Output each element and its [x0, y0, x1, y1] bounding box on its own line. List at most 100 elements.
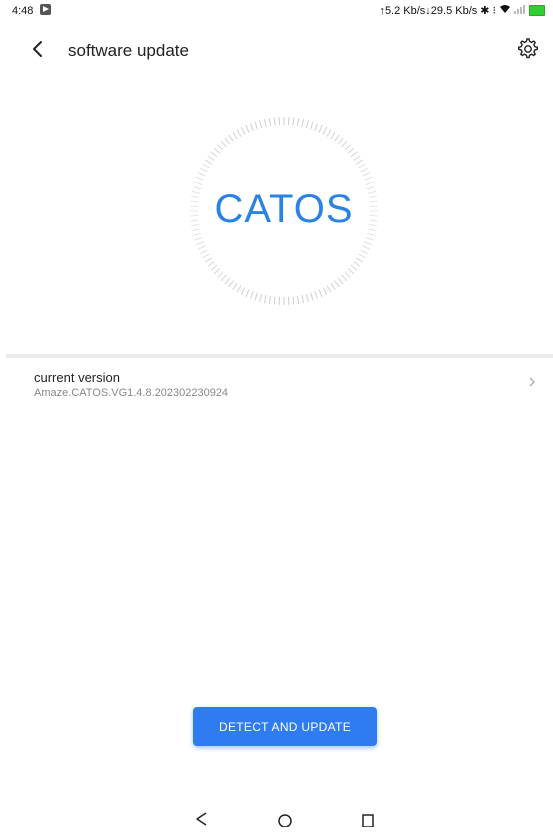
ring-tick	[200, 250, 207, 254]
ring-tick	[221, 275, 226, 281]
ring-tick	[364, 177, 371, 180]
ring-tick	[351, 265, 357, 270]
ring-tick	[208, 262, 214, 267]
ring-tick	[250, 291, 253, 298]
nav-recents-button[interactable]	[358, 811, 378, 827]
signal-icon	[514, 4, 526, 17]
ring-tick	[363, 173, 370, 176]
ring-tick	[274, 297, 275, 305]
ring-tick	[338, 138, 343, 144]
ring-tick	[198, 246, 205, 249]
current-version-label: current version	[34, 370, 120, 385]
ring-tick	[255, 122, 257, 130]
settings-button[interactable]	[515, 36, 541, 62]
ring-tick	[302, 119, 304, 127]
ring-tick	[297, 118, 298, 126]
ring-tick	[331, 132, 335, 139]
ring-tick	[205, 258, 212, 262]
ring-tick	[241, 288, 245, 295]
ring-tick	[225, 278, 230, 284]
nav-home-button[interactable]	[275, 811, 295, 827]
status-bar: 4:48 ↑5.2 Kb/s↓29.5 Kb/s ✱ ⁝	[0, 0, 553, 22]
current-version-row[interactable]: current version Amaze.CATOS.VG1.4.8.2023…	[0, 362, 553, 402]
ring-tick	[293, 118, 294, 126]
ring-tick	[264, 119, 266, 127]
ring-tick	[311, 122, 313, 130]
ring-tick	[366, 182, 374, 184]
status-right-group: ↑5.2 Kb/s↓29.5 Kb/s ✱ ⁝	[379, 4, 545, 17]
wifi-icon	[499, 4, 511, 17]
ring-tick	[264, 295, 266, 303]
nav-home-icon	[275, 811, 295, 827]
ring-tick	[203, 164, 210, 168]
ring-tick	[363, 246, 370, 249]
ring-tick	[361, 250, 368, 254]
ring-tick	[335, 281, 340, 287]
ring-tick	[229, 135, 234, 141]
nav-back-button[interactable]	[192, 811, 212, 827]
ring-tick	[221, 141, 226, 147]
ring-tick	[327, 130, 331, 137]
ring-tick	[293, 297, 294, 305]
back-arrow-icon	[26, 36, 52, 62]
ring-tick	[203, 254, 210, 258]
ring-tick	[358, 254, 365, 258]
logo-text: CATOS	[188, 187, 380, 232]
ring-tick	[361, 168, 368, 172]
ring-tick	[237, 285, 241, 292]
ring-tick	[195, 182, 203, 184]
ring-tick	[342, 275, 347, 281]
back-button[interactable]	[26, 36, 52, 62]
ring-tick	[331, 283, 335, 290]
ring-tick	[319, 125, 322, 132]
ring-tick	[233, 132, 237, 139]
ring-tick	[196, 177, 203, 180]
ring-tick	[211, 152, 217, 157]
ring-tick	[198, 173, 205, 176]
ring-tick	[250, 123, 253, 130]
network-speed: ↑5.2 Kb/s↓29.5 Kb/s	[379, 5, 477, 17]
ring-tick	[297, 296, 298, 304]
ring-tick	[302, 295, 304, 303]
ring-tick	[338, 278, 343, 284]
ring-tick	[335, 135, 340, 141]
ring-tick	[225, 138, 230, 144]
media-playing-icon	[40, 4, 51, 15]
ring-tick	[255, 293, 257, 301]
nav-recents-icon	[358, 811, 378, 827]
ring-tick	[358, 164, 365, 168]
ring-tick	[356, 160, 363, 164]
ring-tick	[348, 269, 354, 274]
ring-tick	[274, 118, 275, 126]
battery-icon	[529, 5, 545, 16]
ring-tick	[246, 125, 249, 132]
ring-tick	[345, 272, 351, 278]
ring-tick	[306, 120, 308, 128]
ring-tick	[208, 156, 214, 161]
ring-tick	[367, 233, 375, 235]
ring-tick	[214, 148, 220, 153]
ring-tick	[315, 123, 318, 130]
ring-tick	[345, 145, 351, 151]
ring-tick	[233, 283, 237, 290]
ring-tick	[348, 148, 354, 153]
status-time: 4:48	[12, 5, 33, 17]
ring-tick	[306, 294, 308, 302]
page-title: software update	[68, 41, 189, 61]
ring-tick	[241, 127, 245, 134]
ring-tick	[364, 242, 371, 245]
ring-tick	[229, 281, 234, 287]
detect-and-update-button[interactable]: DETECT AND UPDATE	[193, 707, 377, 746]
ring-tick	[323, 288, 327, 295]
bluetooth-icon: ✱	[480, 4, 489, 17]
current-version-value: Amaze.CATOS.VG1.4.8.202302230924	[34, 387, 228, 399]
ring-tick	[327, 285, 331, 292]
ring-tick	[195, 238, 203, 240]
ring-tick	[205, 160, 212, 164]
ring-tick	[366, 238, 374, 240]
ring-tick	[260, 294, 262, 302]
vibrate-icon: ⁝	[493, 4, 497, 17]
ring-tick	[319, 290, 322, 297]
chevron-right-icon	[527, 376, 537, 388]
ring-tick	[211, 265, 217, 270]
